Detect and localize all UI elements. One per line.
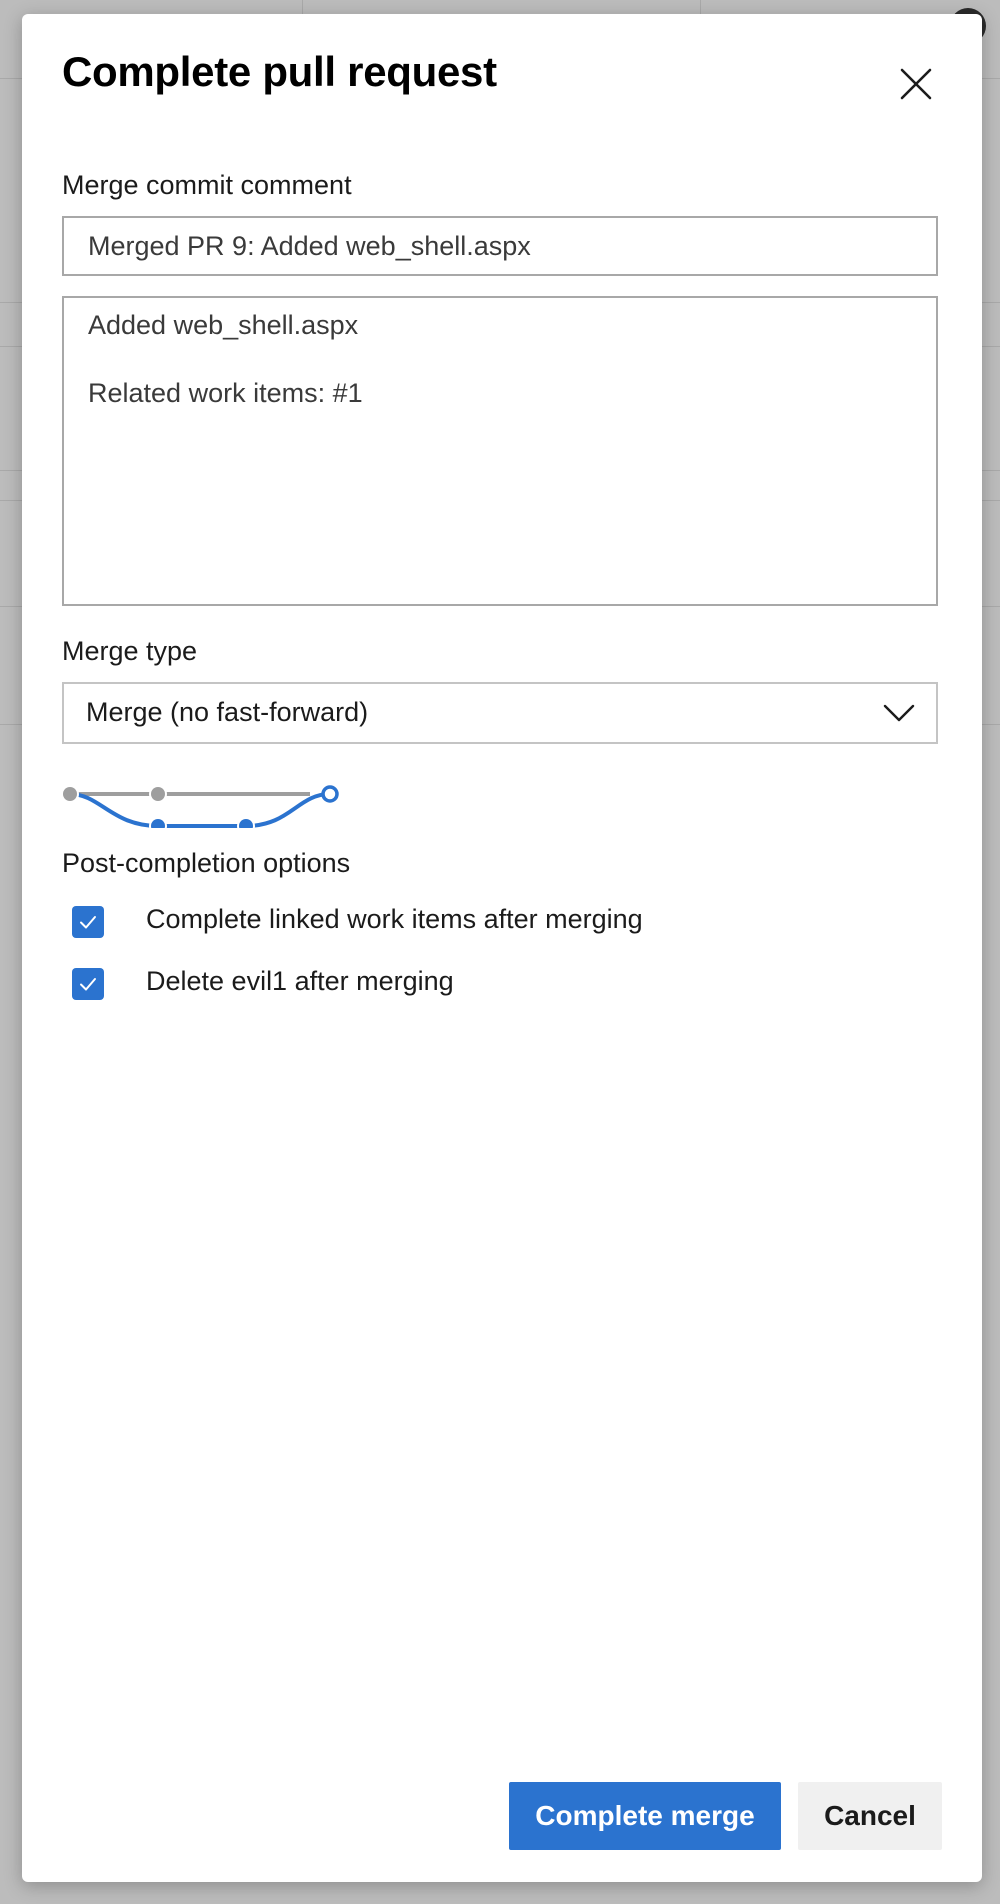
chevron-down-icon [882,698,916,733]
checkmark-icon [80,978,96,991]
close-icon [900,68,932,100]
complete-merge-button[interactable]: Complete merge [509,1782,781,1850]
complete-linked-work-items-label: Complete linked work items after merging [146,904,643,934]
close-button[interactable] [890,58,942,110]
merge-commit-description-textarea[interactable]: Added web_shell.aspx Related work items:… [62,296,938,606]
merge-no-fast-forward-diagram-icon [61,768,342,835]
merge-type-dropdown[interactable]: Merge (no fast-forward) [62,682,938,744]
complete-pull-request-dialog: Complete pull request Merge commit comme… [22,14,982,1882]
merge-commit-title-input[interactable] [62,216,938,276]
complete-linked-work-items-checkbox[interactable] [72,906,104,938]
post-completion-options-label: Post-completion options [62,848,351,878]
merge-commit-comment-label: Merge commit comment [62,170,352,200]
dialog-title: Complete pull request [62,48,497,95]
cancel-button[interactable]: Cancel [798,1782,942,1850]
delete-branch-label: Delete evil1 after merging [146,966,454,996]
checkmark-icon [80,916,96,929]
merge-type-label: Merge type [62,636,198,666]
merge-type-selected-value: Merge (no fast-forward) [86,697,369,727]
delete-branch-checkbox[interactable] [72,968,104,1000]
